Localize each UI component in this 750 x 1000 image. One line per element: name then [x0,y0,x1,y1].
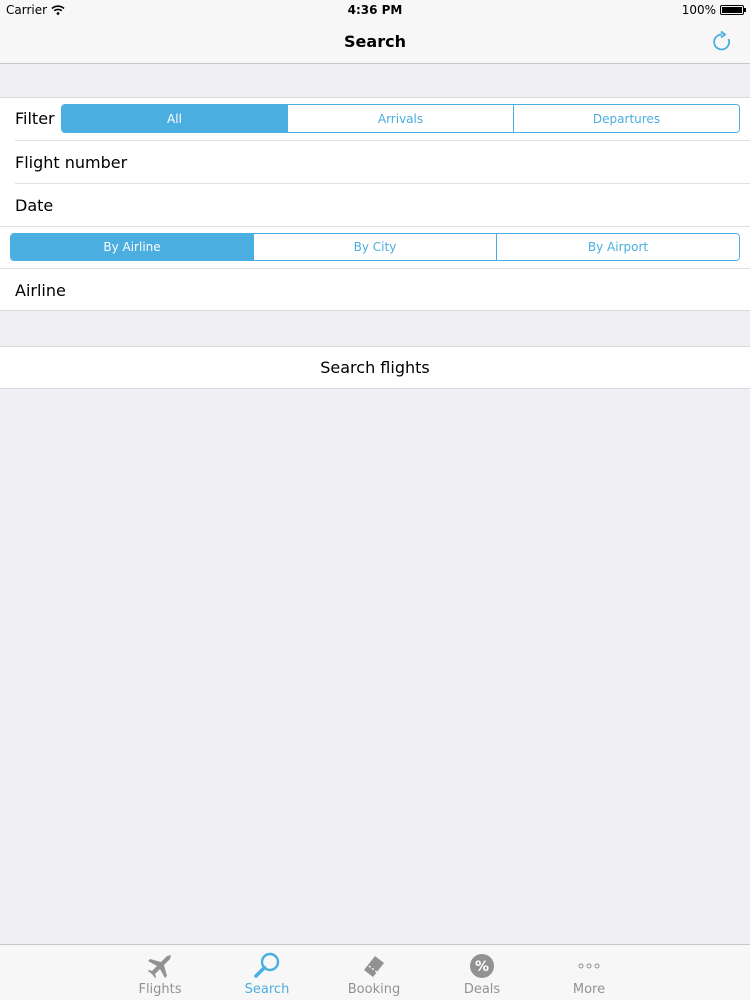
flight-number-label: Flight number [15,153,128,172]
tab-more-label: More [572,982,606,997]
battery-icon [720,5,746,15]
search-flights-button[interactable]: Search flights [0,346,750,389]
lookup-option-by-airport[interactable]: By Airport [496,234,739,260]
tab-flights-label: Flights [138,982,182,997]
battery-percent: 100% [681,3,716,17]
tab-booking[interactable]: Booking [320,945,428,1000]
filter-option-departures[interactable]: Departures [513,105,739,132]
tab-bar: Flights Search Booking % Deals More [0,944,750,1000]
filter-option-all[interactable]: All [62,105,287,132]
tab-search[interactable]: Search [213,945,321,1000]
airplane-icon [148,955,171,978]
airline-field[interactable]: Airline [0,269,750,312]
filter-segmented-control: All Arrivals Departures [61,104,740,133]
clock: 4:36 PM [347,3,403,17]
tab-deals[interactable]: % Deals [428,945,536,1000]
status-bar: Carrier 4:36 PM 100% [0,0,750,20]
date-field[interactable]: Date [0,184,750,227]
tab-deals-label: Deals [463,982,501,997]
search-icon [254,952,280,978]
ticket-icon [364,956,384,977]
refresh-icon[interactable] [710,30,734,54]
search-form: Filter All Arrivals Departures Flight nu… [0,97,750,311]
page-title: Search [344,32,406,51]
date-label: Date [15,196,54,215]
navigation-bar: Search [0,20,750,64]
battery-status: 100% [681,3,746,17]
lookup-segmented-control: By Airline By City By Airport [10,233,740,261]
flight-number-field[interactable]: Flight number [0,141,750,184]
tab-flights[interactable]: Flights [106,945,214,1000]
svg-text:%: % [475,959,489,975]
more-dots-icon [578,963,600,969]
filter-option-arrivals[interactable]: Arrivals [287,105,513,132]
lookup-option-by-city[interactable]: By City [253,234,496,260]
tab-more[interactable]: More [535,945,643,1000]
filter-row: Filter All Arrivals Departures [0,98,750,141]
lookup-option-by-airline[interactable]: By Airline [11,234,253,260]
tab-search-label: Search [244,982,290,997]
filter-label: Filter [15,109,55,128]
percent-badge-icon: % [470,954,494,978]
airline-label: Airline [15,281,66,300]
tab-booking-label: Booking [347,982,401,997]
